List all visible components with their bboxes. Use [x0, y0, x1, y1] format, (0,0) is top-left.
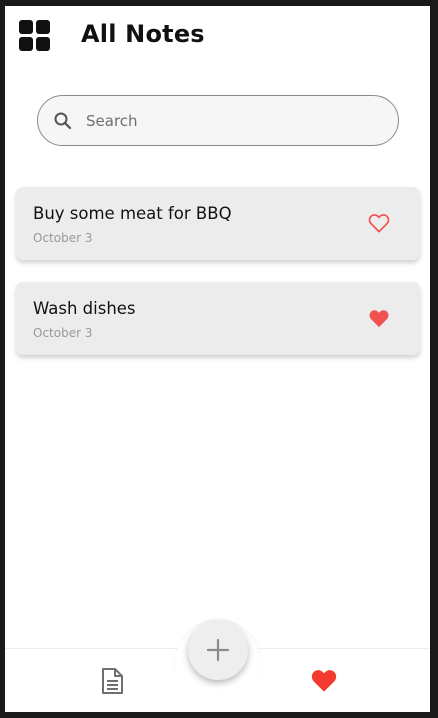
- search-input[interactable]: [86, 108, 376, 134]
- page-title: All Notes: [81, 20, 205, 48]
- note-card[interactable]: Buy some meat for BBQ October 3: [16, 187, 420, 260]
- header: All Notes: [5, 6, 430, 66]
- plus-icon: [207, 639, 229, 661]
- search-icon: [54, 112, 72, 130]
- heart-icon[interactable]: [310, 667, 338, 693]
- add-note-button[interactable]: [188, 620, 248, 680]
- note-date: October 3: [33, 231, 93, 245]
- grid-icon[interactable]: [19, 20, 51, 52]
- note-title: Wash dishes: [33, 299, 136, 318]
- note-title: Buy some meat for BBQ: [33, 204, 232, 223]
- app-screen: All Notes Buy some meat for BBQ October …: [5, 6, 430, 712]
- heart-outline-icon[interactable]: [368, 213, 390, 233]
- note-date: October 3: [33, 326, 93, 340]
- note-card[interactable]: Wash dishes October 3: [16, 282, 420, 355]
- search-bar[interactable]: [37, 95, 399, 146]
- heart-filled-icon[interactable]: [368, 308, 390, 328]
- notes-icon[interactable]: [99, 667, 125, 695]
